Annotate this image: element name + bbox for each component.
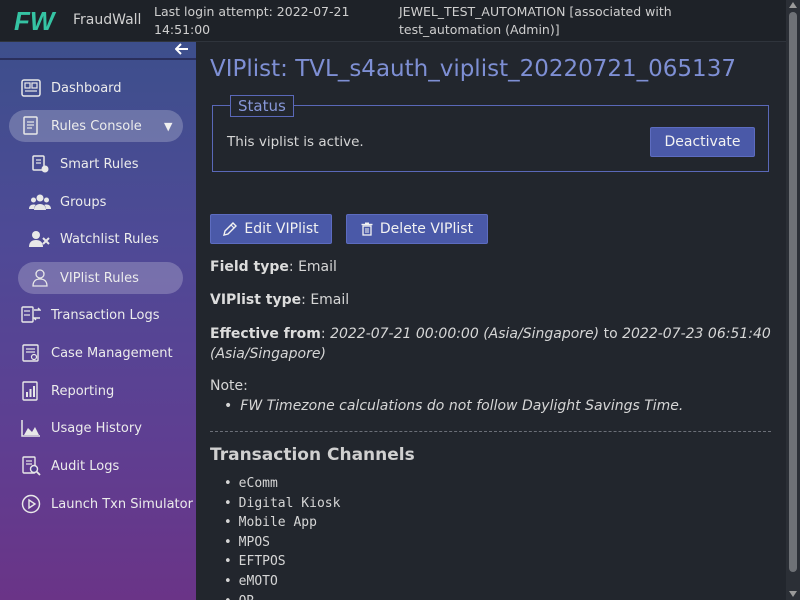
status-legend: Status	[230, 95, 294, 117]
sidebar-item-label: VIPlist Rules	[60, 270, 139, 286]
channel-item: MPOS	[224, 533, 340, 553]
sidebar-item-dashboard[interactable]: Dashboard	[0, 72, 196, 104]
sidebar-item-smart-rules[interactable]: Smart Rules	[0, 148, 196, 180]
top-bar: FW FraudWall Last login attempt: 2022-07…	[0, 0, 800, 42]
section-divider	[210, 431, 771, 432]
channel-item: Mobile App	[224, 513, 340, 533]
scroll-thumb[interactable]	[789, 12, 797, 572]
brand-name: FraudWall	[73, 12, 142, 28]
viplist-type-row: VIPlist type: Email	[210, 292, 350, 308]
audit-logs-icon	[20, 455, 42, 477]
sidebar-item-label: Dashboard	[51, 80, 122, 96]
rules-console-icon	[20, 115, 42, 137]
sidebar-item-viplist-rules[interactable]: VIPlist Rules	[0, 262, 196, 294]
sidebar-item-label: Reporting	[51, 383, 115, 399]
field-type-row: Field type: Email	[210, 259, 337, 275]
effective-from-value: 2022-07-21 00:00:00 (Asia/Singapore)	[330, 326, 600, 342]
case-management-icon	[20, 342, 42, 364]
sidebar-item-reporting[interactable]: Reporting	[0, 375, 196, 407]
sidebar-item-label: Rules Console	[51, 118, 142, 134]
deactivate-button[interactable]: Deactivate	[650, 127, 755, 157]
field-type-label: Field type	[210, 259, 289, 275]
reporting-icon	[20, 380, 42, 402]
last-login-text: Last login attempt: 2022-07-21 14:51:00	[154, 4, 350, 37]
channel-item: QR	[224, 592, 340, 600]
transaction-channels-title: Transaction Channels	[210, 445, 415, 465]
sidebar-divider	[0, 58, 196, 60]
transaction-logs-icon	[20, 304, 42, 326]
watchlist-icon	[29, 228, 51, 250]
viplist-icon	[29, 267, 51, 289]
sidebar-item-label: Case Management	[51, 345, 173, 361]
edit-viplist-label: Edit VIPlist	[244, 221, 319, 237]
pencil-icon	[223, 222, 238, 236]
effective-from-label: Effective from	[210, 326, 321, 342]
scroll-up-arrow-icon[interactable]	[789, 2, 797, 8]
sidebar-item-case-management[interactable]: Case Management	[0, 337, 196, 369]
dashboard-icon	[20, 77, 42, 99]
sidebar-item-label: Audit Logs	[51, 458, 120, 474]
sidebar-item-transaction-logs[interactable]: Transaction Logs	[0, 299, 196, 331]
channel-item: Digital Kiosk	[224, 494, 341, 514]
delete-viplist-label: Delete VIPlist	[379, 221, 474, 237]
note-item: FW Timezone calculations do not follow D…	[224, 398, 683, 414]
fraudwall-logo[interactable]: FW	[14, 6, 60, 36]
page-title: VIPlist: TVL_s4auth_viplist_20220721_065…	[210, 56, 736, 82]
status-panel: Status This viplist is active. Deactivat…	[212, 95, 769, 172]
sidebar-item-watchlist-rules[interactable]: Watchlist Rules	[0, 223, 196, 255]
viplist-type-label: VIPlist type	[210, 292, 302, 308]
channel-item: EFTPOS	[224, 552, 340, 572]
viplist-type-value: Email	[310, 292, 350, 308]
sidebar: Dashboard Rules Console ▼ Smart Rules Gr…	[0, 42, 196, 600]
effective-range-row: Effective from: 2022-07-21 00:00:00 (Asi…	[210, 326, 771, 362]
sidebar-item-launch-txn-simulator[interactable]: Launch Txn Simulator	[0, 488, 196, 520]
user-info: JEWEL_TEST_AUTOMATION [associated with t…	[399, 4, 672, 37]
field-type-value: Email	[298, 259, 337, 275]
sidebar-item-label: Groups	[60, 194, 107, 210]
sidebar-collapse-button[interactable]	[172, 42, 192, 59]
main-content: VIPlist: TVL_s4auth_viplist_20220721_065…	[196, 42, 786, 600]
channel-item: eMOTO	[224, 572, 340, 592]
groups-icon	[29, 191, 51, 213]
status-text: This viplist is active.	[227, 134, 364, 150]
sidebar-item-rules-console[interactable]: Rules Console ▼	[0, 110, 196, 142]
delete-viplist-button[interactable]: Delete VIPlist	[346, 214, 488, 244]
sidebar-item-label: Transaction Logs	[51, 307, 160, 323]
trash-icon	[361, 222, 373, 236]
note-label: Note:	[210, 378, 248, 394]
sidebar-item-label: Smart Rules	[60, 156, 139, 172]
sidebar-item-groups[interactable]: Groups	[0, 186, 196, 218]
smart-rules-icon	[29, 153, 51, 175]
channel-item: eComm	[224, 474, 340, 494]
transaction-channels-list: eComm Digital Kiosk Mobile App MPOS EFTP…	[224, 474, 341, 600]
effective-to-word: to	[603, 326, 618, 342]
sidebar-item-label: Watchlist Rules	[60, 231, 159, 247]
sidebar-item-usage-history[interactable]: Usage History	[0, 412, 196, 444]
sidebar-item-label: Launch Txn Simulator	[51, 496, 193, 512]
sidebar-item-label: Usage History	[51, 420, 142, 436]
sidebar-item-audit-logs[interactable]: Audit Logs	[0, 450, 196, 482]
logo-text: FW	[14, 7, 57, 35]
edit-viplist-button[interactable]: Edit VIPlist	[210, 214, 332, 244]
arrow-left-icon	[174, 43, 188, 55]
page-scrollbar[interactable]	[786, 0, 800, 600]
chevron-down-icon[interactable]: ▼	[164, 120, 172, 133]
usage-history-icon	[20, 417, 42, 439]
scroll-down-arrow-icon[interactable]	[789, 591, 797, 597]
play-icon	[20, 493, 42, 515]
